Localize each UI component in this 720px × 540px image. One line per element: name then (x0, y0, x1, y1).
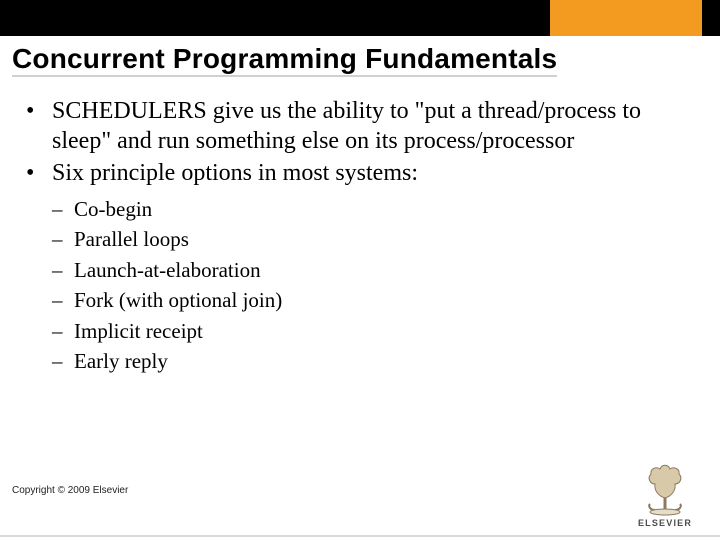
subbullet-text: Launch-at-elaboration (74, 255, 261, 285)
subbullet-item: – Fork (with optional join) (52, 285, 694, 315)
subbullet-item: – Early reply (52, 346, 694, 376)
subbullet-item: – Parallel loops (52, 224, 694, 254)
bottom-divider (0, 535, 720, 537)
subbullet-marker: – (52, 255, 74, 285)
bullet-item: • Six principle options in most systems: (26, 158, 694, 188)
subbullet-item: – Launch-at-elaboration (52, 255, 694, 285)
topbar (0, 0, 720, 36)
publisher-logo: ELSEVIER (632, 460, 698, 528)
publisher-logo-label: ELSEVIER (632, 518, 698, 528)
topbar-accent (550, 0, 702, 36)
subbullet-list: – Co-begin – Parallel loops – Launch-at-… (52, 194, 694, 377)
slide-body: • SCHEDULERS give us the ability to "put… (26, 96, 694, 377)
bullet-item: • SCHEDULERS give us the ability to "put… (26, 96, 694, 156)
slide-title: Concurrent Programming Fundamentals (12, 44, 557, 77)
subbullet-marker: – (52, 224, 74, 254)
bullet-marker: • (26, 96, 52, 156)
elsevier-tree-icon (638, 460, 692, 516)
subbullet-marker: – (52, 285, 74, 315)
subbullet-text: Implicit receipt (74, 316, 203, 346)
subbullet-marker: – (52, 194, 74, 224)
bullet-text: Six principle options in most systems: (52, 158, 694, 188)
copyright-footer: Copyright © 2009 Elsevier (12, 485, 128, 496)
subbullet-text: Fork (with optional join) (74, 285, 282, 315)
subbullet-text: Early reply (74, 346, 168, 376)
subbullet-marker: – (52, 316, 74, 346)
subbullet-text: Co-begin (74, 194, 152, 224)
subbullet-text: Parallel loops (74, 224, 189, 254)
subbullet-item: – Implicit receipt (52, 316, 694, 346)
subbullet-item: – Co-begin (52, 194, 694, 224)
bullet-marker: • (26, 158, 52, 188)
bullet-text: SCHEDULERS give us the ability to "put a… (52, 96, 694, 156)
subbullet-marker: – (52, 346, 74, 376)
